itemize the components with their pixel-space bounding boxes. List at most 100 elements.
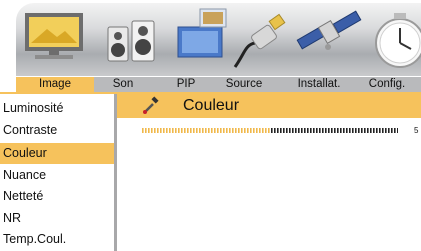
slider-tick xyxy=(319,128,321,133)
slider-tick xyxy=(322,128,324,133)
slider-tick xyxy=(313,128,315,133)
slider-tick xyxy=(250,128,252,133)
slider-tick xyxy=(157,128,159,133)
tab-installation[interactable]: Installat. xyxy=(290,77,348,92)
slider-track[interactable] xyxy=(142,128,398,133)
slider-tick xyxy=(148,128,150,133)
slider-tick xyxy=(391,128,393,133)
slider-tick xyxy=(253,128,255,133)
slider-tick xyxy=(178,128,180,133)
slider-tick xyxy=(196,128,198,133)
clock-icon[interactable] xyxy=(364,3,421,79)
slider-tick xyxy=(244,128,246,133)
slider-tick xyxy=(373,128,375,133)
tv-monitor-icon[interactable] xyxy=(19,3,89,79)
satellite-icon[interactable] xyxy=(294,3,364,79)
slider-tick xyxy=(163,128,165,133)
slider-tick xyxy=(238,128,240,133)
slider-tick xyxy=(229,128,231,133)
slider-tick xyxy=(256,128,258,133)
slider-tick xyxy=(325,128,327,133)
slider-tick xyxy=(352,128,354,133)
submenu-item-nuance[interactable]: Nuance xyxy=(0,165,114,186)
slider-tick xyxy=(316,128,318,133)
slider-value: 5 xyxy=(414,126,419,135)
slider-tick xyxy=(151,128,153,133)
slider-tick xyxy=(289,128,291,133)
slider-tick xyxy=(142,128,144,133)
slider-tick xyxy=(307,128,309,133)
tab-source[interactable]: Source xyxy=(218,77,270,92)
slider-tick xyxy=(268,128,270,133)
color-picker-icon xyxy=(143,96,159,114)
slider-tick xyxy=(235,128,237,133)
slider-tick xyxy=(280,128,282,133)
slider-tick xyxy=(301,128,303,133)
tab-bar: Image Son PIP Source Installat. Config. xyxy=(16,77,421,92)
slider-tick xyxy=(184,128,186,133)
submenu-item-temp-coul[interactable]: Temp.Coul. xyxy=(0,229,114,250)
slider-tick xyxy=(226,128,228,133)
slider-tick xyxy=(349,128,351,133)
slider-tick xyxy=(385,128,387,133)
slider-tick xyxy=(283,128,285,133)
tab-image[interactable]: Image xyxy=(16,77,94,92)
pip-screens-icon[interactable] xyxy=(174,3,230,79)
icon-strip xyxy=(16,3,421,76)
slider-tick xyxy=(223,128,225,133)
slider-tick xyxy=(310,128,312,133)
slider-tick xyxy=(286,128,288,133)
slider-tick xyxy=(241,128,243,133)
slider-tick xyxy=(367,128,369,133)
slider-tick xyxy=(340,128,342,133)
submenu-item-nr[interactable]: NR xyxy=(0,208,114,229)
slider-tick xyxy=(214,128,216,133)
slider-tick xyxy=(277,128,279,133)
submenu-item-contraste[interactable]: Contraste xyxy=(0,120,114,141)
speakers-icon[interactable] xyxy=(96,3,166,79)
slider-tick xyxy=(358,128,360,133)
slider-tick xyxy=(154,128,156,133)
slider-tick xyxy=(334,128,336,133)
tab-pip[interactable]: PIP xyxy=(170,77,202,92)
slider-tick xyxy=(364,128,366,133)
slider-tick xyxy=(265,128,267,133)
slider-tick xyxy=(202,128,204,133)
picture-submenu: Luminosité Contraste Couleur Nuance Nett… xyxy=(0,94,117,251)
cable-plug-icon[interactable] xyxy=(231,3,291,79)
slider-tick xyxy=(211,128,213,133)
submenu-item-nettete[interactable]: Netteté xyxy=(0,186,114,207)
slider-tick xyxy=(376,128,378,133)
top-menu-band xyxy=(0,0,421,77)
slider-tick xyxy=(295,128,297,133)
slider-tick xyxy=(304,128,306,133)
slider-tick xyxy=(160,128,162,133)
slider-tick xyxy=(331,128,333,133)
slider-tick xyxy=(346,128,348,133)
slider-tick xyxy=(343,128,345,133)
slider-tick xyxy=(175,128,177,133)
slider-tick xyxy=(187,128,189,133)
color-slider[interactable]: 5 xyxy=(142,125,421,137)
slider-tick xyxy=(169,128,171,133)
submenu-item-couleur[interactable]: Couleur xyxy=(0,143,114,164)
slider-tick xyxy=(274,128,276,133)
slider-tick xyxy=(337,128,339,133)
slider-tick xyxy=(145,128,147,133)
slider-tick xyxy=(259,128,261,133)
slider-tick xyxy=(271,128,273,133)
slider-tick xyxy=(166,128,168,133)
slider-tick xyxy=(394,128,396,133)
slider-tick xyxy=(232,128,234,133)
slider-tick xyxy=(217,128,219,133)
slider-tick xyxy=(292,128,294,133)
tab-config[interactable]: Config. xyxy=(364,77,410,92)
slider-tick xyxy=(205,128,207,133)
slider-tick xyxy=(361,128,363,133)
slider-tick xyxy=(193,128,195,133)
slider-tick xyxy=(379,128,381,133)
slider-tick xyxy=(172,128,174,133)
tab-son[interactable]: Son xyxy=(104,77,142,92)
submenu-item-luminosite[interactable]: Luminosité xyxy=(0,98,114,119)
slider-tick xyxy=(298,128,300,133)
